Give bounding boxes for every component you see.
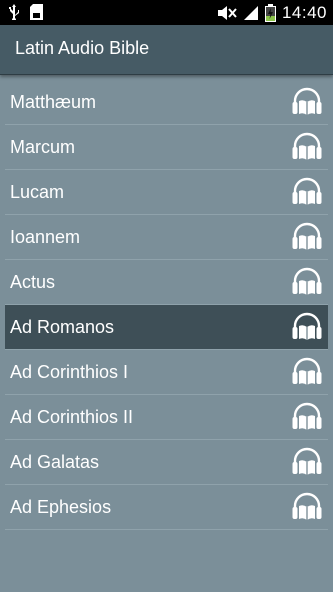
book-item-8[interactable]: Ad Galatas bbox=[5, 440, 328, 485]
book-title: Marcum bbox=[10, 137, 76, 157]
sd-card-icon bbox=[30, 4, 43, 20]
signal-icon bbox=[243, 6, 258, 20]
audio-book-icon[interactable] bbox=[291, 402, 323, 432]
book-item-7[interactable]: Ad Corinthios II bbox=[5, 395, 328, 440]
book-title: Ioannem bbox=[10, 227, 81, 247]
audio-book-icon[interactable] bbox=[291, 357, 323, 387]
status-bar: 14:40 bbox=[0, 0, 333, 25]
book-title: Lucam bbox=[10, 182, 65, 202]
book-item-0[interactable]: Matthæum bbox=[5, 80, 328, 125]
book-item-2[interactable]: Lucam bbox=[5, 170, 328, 215]
book-item-3[interactable]: Ioannem bbox=[5, 215, 328, 260]
book-title: Actus bbox=[10, 272, 56, 292]
audio-book-icon[interactable] bbox=[291, 312, 323, 342]
book-title: Ad Galatas bbox=[10, 452, 100, 472]
book-item-5[interactable]: Ad Romanos bbox=[5, 305, 328, 350]
app-title: Latin Audio Bible bbox=[15, 38, 150, 58]
book-title: Ad Corinthios I bbox=[10, 362, 129, 382]
book-list: Matthæum Marcum Lucam Ioannem Actus Ad R… bbox=[0, 80, 333, 530]
audio-book-icon[interactable] bbox=[291, 222, 323, 252]
usb-icon bbox=[9, 4, 19, 20]
audio-book-icon[interactable] bbox=[291, 492, 323, 522]
book-title: Ad Corinthios II bbox=[10, 407, 134, 427]
audio-book-icon[interactable] bbox=[291, 447, 323, 477]
book-title: Ad Ephesios bbox=[10, 497, 112, 517]
audio-book-icon[interactable] bbox=[291, 132, 323, 162]
audio-book-icon[interactable] bbox=[291, 267, 323, 297]
battery-charging-icon bbox=[264, 4, 276, 22]
book-title: Ad Romanos bbox=[10, 317, 115, 337]
audio-book-icon[interactable] bbox=[291, 87, 323, 117]
book-item-6[interactable]: Ad Corinthios I bbox=[5, 350, 328, 395]
mute-icon bbox=[217, 6, 237, 20]
action-bar: Latin Audio Bible bbox=[0, 25, 333, 75]
book-item-4[interactable]: Actus bbox=[5, 260, 328, 305]
book-item-9[interactable]: Ad Ephesios bbox=[5, 485, 328, 530]
clock-time: 14:40 bbox=[281, 3, 327, 22]
book-item-1[interactable]: Marcum bbox=[5, 125, 328, 170]
book-title: Matthæum bbox=[10, 92, 97, 112]
audio-book-icon[interactable] bbox=[291, 177, 323, 207]
